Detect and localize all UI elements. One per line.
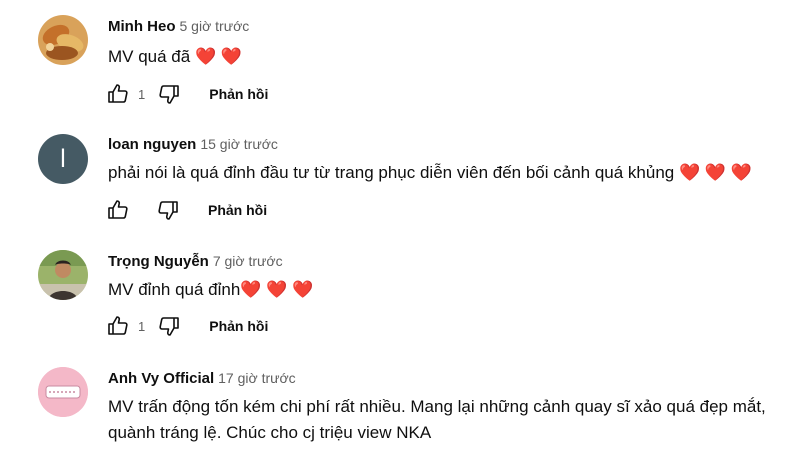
avatar[interactable]: [38, 367, 88, 417]
channel-logo: [38, 367, 88, 417]
comment-time[interactable]: 7 giờ trước: [213, 253, 283, 269]
avatar-letter: l: [59, 145, 67, 173]
heart-emoji: ❤️ ❤️ ❤️: [240, 280, 314, 299]
comment-text-block: MV đỉnh quá đỉnh❤️ ❤️ ❤️: [108, 277, 788, 303]
comment-text: MV đỉnh quá đỉnh: [108, 280, 241, 299]
heart-emoji: ❤️ ❤️: [194, 47, 243, 66]
comment-text-block: phải nói là quá đỉnh đầu tư từ trang phụ…: [108, 160, 788, 186]
comment-author[interactable]: Trọng Nguyễn: [108, 253, 209, 270]
avatar[interactable]: [38, 250, 88, 300]
like-button[interactable]: [104, 196, 132, 224]
reply-button[interactable]: Phản hồi: [209, 318, 268, 334]
thumb-down-icon: [159, 85, 180, 104]
like-button[interactable]: [104, 80, 132, 108]
like-button[interactable]: [104, 312, 132, 340]
comment-text: phải nói là quá đỉnh đầu tư từ trang phụ…: [108, 163, 675, 182]
dislike-button[interactable]: [155, 80, 183, 108]
comment-text-block: MV quá đã ❤️ ❤️: [108, 44, 788, 70]
comment-time[interactable]: 5 giờ trước: [180, 18, 250, 34]
comment-author[interactable]: Anh Vy Official: [108, 370, 214, 387]
reply-button[interactable]: Phản hồi: [209, 86, 268, 102]
comment-text-block: MV trấn động tốn kém chi phí rất nhiều. …: [108, 394, 788, 446]
dislike-button[interactable]: [154, 196, 182, 224]
thumb-down-icon: [159, 317, 180, 336]
like-count: 1: [138, 318, 146, 334]
like-count: 1: [138, 86, 146, 102]
thumb-up-icon: [108, 316, 128, 335]
avatar[interactable]: [38, 15, 88, 65]
dislike-button[interactable]: [155, 312, 183, 340]
thumb-up-icon: [108, 200, 128, 219]
comment-author[interactable]: Minh Heo: [108, 18, 176, 35]
thumb-up-icon: [108, 84, 128, 103]
heart-emoji: ❤️ ❤️ ❤️: [678, 163, 752, 182]
comment-author[interactable]: loan nguyen: [108, 136, 196, 153]
comment-time[interactable]: 15 giờ trước: [200, 136, 278, 152]
avatar[interactable]: l: [38, 134, 88, 184]
comment-text: MV trấn động tốn kém chi phí rất nhiều. …: [108, 397, 766, 442]
thumb-down-icon: [158, 201, 178, 220]
comment-time[interactable]: 17 giờ trước: [218, 370, 296, 386]
reply-button[interactable]: Phản hồi: [208, 202, 267, 218]
comment-text: MV quá đã: [108, 47, 191, 66]
